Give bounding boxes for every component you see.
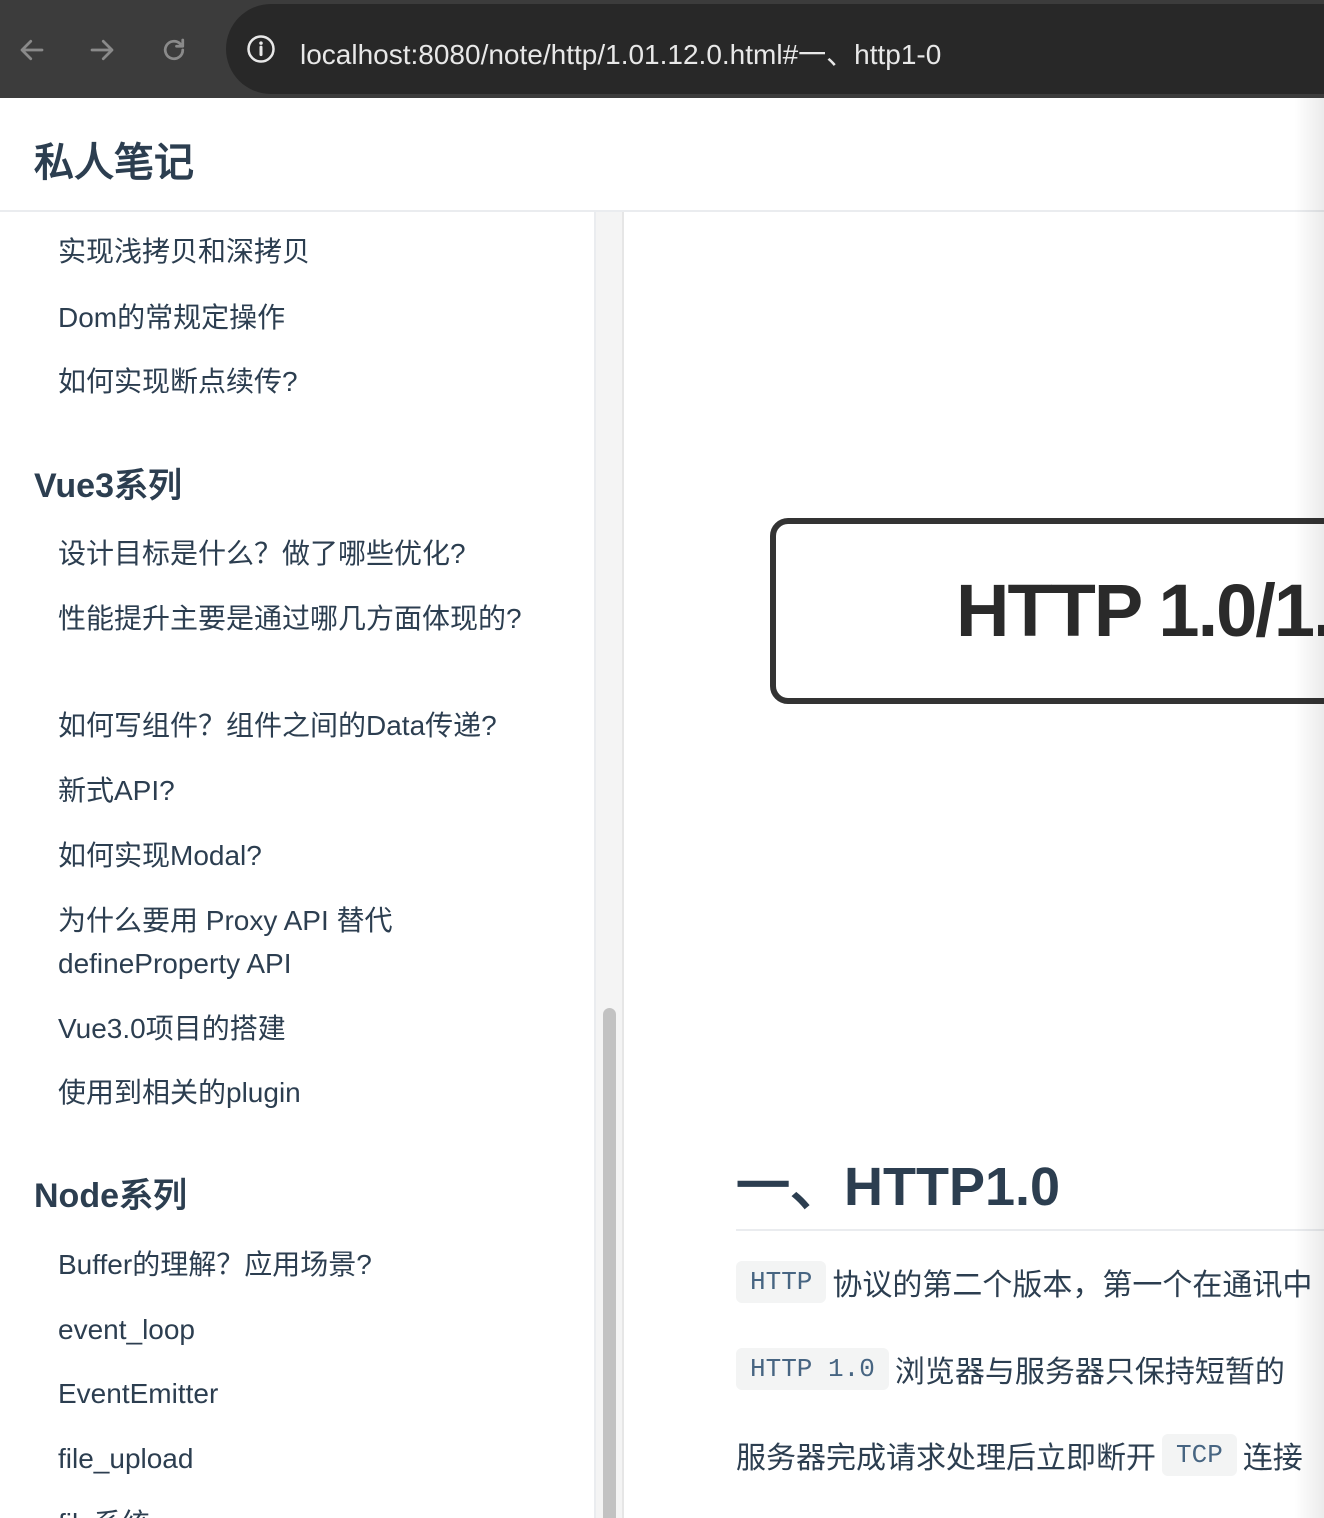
inline-code: TCP (1162, 1434, 1237, 1476)
sidebar-item[interactable]: 实现浅拷贝和深拷贝 (58, 230, 558, 273)
sidebar-scrollbar[interactable] (596, 212, 624, 1518)
paragraph-text: 协议的第二个版本，第一个在通讯中 (832, 1269, 1313, 1302)
main-content: HTTP 1.0/1.1 一、HTTP1.0 HTTP 协议的第二个版本，第一个… (626, 212, 1324, 1518)
sidebar-group-vue3[interactable]: Vue3系列 (34, 458, 182, 507)
section-heading: 一、HTTP1.0 (736, 1142, 1324, 1231)
site-title-link[interactable]: 私人笔记 (34, 130, 194, 188)
sidebar-item[interactable]: Dom的常规定操作 (58, 296, 558, 339)
reload-icon (163, 38, 185, 61)
inline-code: HTTP 1.0 (736, 1348, 889, 1390)
address-bar[interactable]: localhost:8080/note/http/1.01.12.0.html#… (226, 4, 1324, 94)
banner-text: HTTP 1.0/1.1 (956, 569, 1324, 652)
reload-button[interactable] (150, 26, 198, 74)
paragraph-text: 服务器完成请求处理后立即断开 (736, 1442, 1156, 1475)
http-banner-image: HTTP 1.0/1.1 (770, 518, 1324, 704)
sidebar-item[interactable]: 性能提升主要是通过哪几方面体现的? (58, 597, 528, 640)
sidebar-item[interactable]: 如何实现断点续传? (58, 360, 558, 403)
sidebar-item[interactable]: 使用到相关的plugin (58, 1071, 558, 1114)
sidebar-group-node[interactable]: Node系列 (34, 1168, 187, 1217)
sidebar-item[interactable]: Buffer的理解？应用场景? (58, 1243, 558, 1286)
sidebar-item[interactable]: 如何实现Modal? (58, 834, 558, 877)
sidebar-item[interactable]: 新式API? (58, 769, 558, 812)
paragraph: 服务器完成请求处理后立即断开 TCP 连接 (736, 1433, 1303, 1477)
paragraph-text: 浏览器与服务器只保持短暂的 (894, 1356, 1285, 1389)
sidebar: 实现浅拷贝和深拷贝 Dom的常规定操作 如何实现断点续传? Vue3系列 设计目… (0, 212, 596, 1518)
sidebar-item[interactable]: EventEmitter (58, 1372, 558, 1415)
paragraph: HTTP 协议的第二个版本，第一个在通讯中 (736, 1260, 1312, 1304)
forward-button[interactable] (78, 26, 126, 74)
back-arrow-icon (20, 39, 44, 61)
back-button[interactable] (8, 26, 56, 74)
site-header: 私人笔记 (0, 98, 1324, 212)
scrollbar-thumb[interactable] (603, 1008, 616, 1518)
site-info-icon[interactable] (246, 34, 276, 64)
browser-toolbar: localhost:8080/note/http/1.01.12.0.html#… (0, 0, 1324, 98)
sidebar-item[interactable]: event_loop (58, 1308, 558, 1351)
url-text[interactable]: localhost:8080/note/http/1.01.12.0.html#… (300, 33, 941, 73)
sidebar-item[interactable]: 为什么要用 Proxy API 替代 defineProperty API (58, 899, 458, 985)
paragraph: HTTP 1.0 浏览器与服务器只保持短暂的 (736, 1347, 1285, 1391)
inline-code: HTTP (736, 1261, 827, 1303)
sidebar-item[interactable]: 设计目标是什么？做了哪些优化? (58, 532, 558, 575)
paragraph-text: 连接 (1242, 1442, 1303, 1475)
forward-arrow-icon (90, 39, 114, 61)
sidebar-item[interactable]: file_upload (58, 1437, 558, 1480)
sidebar-item[interactable]: Vue3.0项目的搭建 (58, 1007, 558, 1050)
sidebar-item[interactable]: 如何写组件？组件之间的Data传递? (58, 704, 558, 747)
sidebar-item[interactable]: file系统 (58, 1502, 558, 1518)
